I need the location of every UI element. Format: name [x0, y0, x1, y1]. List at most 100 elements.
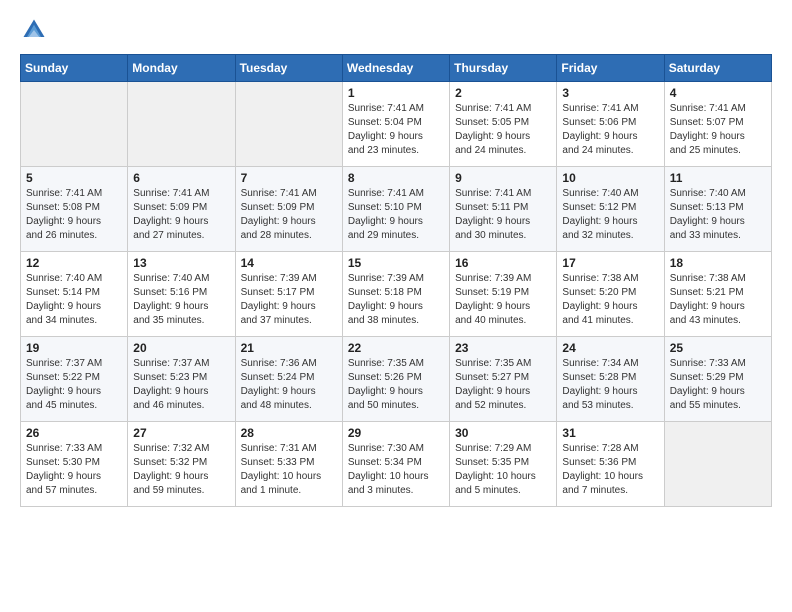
day-info: Sunrise: 7:40 AM Sunset: 5:16 PM Dayligh…: [133, 272, 229, 328]
day-info: Sunrise: 7:40 AM Sunset: 5:13 PM Dayligh…: [670, 187, 766, 243]
calendar-week-3: 12Sunrise: 7:40 AM Sunset: 5:14 PM Dayli…: [21, 252, 772, 337]
day-info: Sunrise: 7:41 AM Sunset: 5:06 PM Dayligh…: [562, 102, 658, 158]
weekday-header-tuesday: Tuesday: [235, 55, 342, 82]
weekday-header-friday: Friday: [557, 55, 664, 82]
calendar-cell: 1Sunrise: 7:41 AM Sunset: 5:04 PM Daylig…: [342, 82, 449, 167]
day-info: Sunrise: 7:37 AM Sunset: 5:23 PM Dayligh…: [133, 357, 229, 413]
day-number: 9: [455, 171, 551, 185]
weekday-header-monday: Monday: [128, 55, 235, 82]
day-number: 14: [241, 256, 337, 270]
calendar-cell: 21 Sunrise: 7:36 AM Sunset: 5:24 PM Dayli…: [235, 337, 342, 422]
weekday-header-sunday: Sunday: [21, 55, 128, 82]
day-info: Sunrise: 7:38 AM Sunset: 5:21 PM Dayligh…: [670, 272, 766, 328]
calendar-cell: 4 Sunrise: 7:41 AM Sunset: 5:07 PM Daylig…: [664, 82, 771, 167]
day-info: Sunrise: 7:37 AM Sunset: 5:22 PM Dayligh…: [26, 357, 122, 413]
calendar-cell: 30 Sunrise: 7:29 AM Sunset: 5:35 PM Dayli…: [450, 422, 557, 507]
day-info: Sunrise: 7:41 AM Sunset: 5:05 PM Dayligh…: [455, 102, 551, 158]
calendar-cell: 17 Sunrise: 7:38 AM Sunset: 5:20 PM Dayli…: [557, 252, 664, 337]
calendar-cell: 3Sunrise: 7:41 AM Sunset: 5:06 PM Daylig…: [557, 82, 664, 167]
calendar-cell: 14 Sunrise: 7:39 AM Sunset: 5:17 PM Dayli…: [235, 252, 342, 337]
calendar-cell: 20 Sunrise: 7:37 AM Sunset: 5:23 PM Dayli…: [128, 337, 235, 422]
day-number: 28: [241, 426, 337, 440]
day-info: Sunrise: 7:33 AM Sunset: 5:30 PM Dayligh…: [26, 442, 122, 498]
day-info: Sunrise: 7:39 AM Sunset: 5:18 PM Dayligh…: [348, 272, 444, 328]
day-info: Sunrise: 7:33 AM Sunset: 5:29 PM Dayligh…: [670, 357, 766, 413]
day-info: Sunrise: 7:40 AM Sunset: 5:12 PM Dayligh…: [562, 187, 658, 243]
day-number: 21: [241, 341, 337, 355]
day-info: Sunrise: 7:35 AM Sunset: 5:27 PM Dayligh…: [455, 357, 551, 413]
day-info: Sunrise: 7:30 AM Sunset: 5:34 PM Dayligh…: [348, 442, 444, 498]
day-info: Sunrise: 7:41 AM Sunset: 5:11 PM Dayligh…: [455, 187, 551, 243]
day-info: Sunrise: 7:36 AM Sunset: 5:24 PM Dayligh…: [241, 357, 337, 413]
weekday-header-saturday: Saturday: [664, 55, 771, 82]
calendar-cell: 8 Sunrise: 7:41 AM Sunset: 5:10 PM Daylig…: [342, 167, 449, 252]
weekday-header-thursday: Thursday: [450, 55, 557, 82]
calendar-week-4: 19 Sunrise: 7:37 AM Sunset: 5:22 PM Dayli…: [21, 337, 772, 422]
logo-icon: [20, 16, 48, 44]
calendar-cell: 24 Sunrise: 7:34 AM Sunset: 5:28 PM Dayli…: [557, 337, 664, 422]
day-number: 22: [348, 341, 444, 355]
day-info: Sunrise: 7:29 AM Sunset: 5:35 PM Dayligh…: [455, 442, 551, 498]
day-info: Sunrise: 7:41 AM Sunset: 5:07 PM Dayligh…: [670, 102, 766, 158]
calendar-cell: [235, 82, 342, 167]
calendar-cell: 5 Sunrise: 7:41 AM Sunset: 5:08 PM Daylig…: [21, 167, 128, 252]
calendar-cell: 29 Sunrise: 7:30 AM Sunset: 5:34 PM Dayli…: [342, 422, 449, 507]
calendar-cell: 2 Sunrise: 7:41 AM Sunset: 5:05 PM Daylig…: [450, 82, 557, 167]
calendar-cell: 16 Sunrise: 7:39 AM Sunset: 5:19 PM Dayli…: [450, 252, 557, 337]
day-number: 13: [133, 256, 229, 270]
day-info: Sunrise: 7:35 AM Sunset: 5:26 PM Dayligh…: [348, 357, 444, 413]
day-number: 19: [26, 341, 122, 355]
calendar-week-1: 1Sunrise: 7:41 AM Sunset: 5:04 PM Daylig…: [21, 82, 772, 167]
day-number: 24: [562, 341, 658, 355]
day-info: Sunrise: 7:32 AM Sunset: 5:32 PM Dayligh…: [133, 442, 229, 498]
calendar-cell: 28 Sunrise: 7:31 AM Sunset: 5:33 PM Dayli…: [235, 422, 342, 507]
calendar-cell: 22 Sunrise: 7:35 AM Sunset: 5:26 PM Dayli…: [342, 337, 449, 422]
calendar-cell: [128, 82, 235, 167]
calendar-table: SundayMondayTuesdayWednesdayThursdayFrid…: [20, 54, 772, 507]
day-number: 27: [133, 426, 229, 440]
day-number: 8: [348, 171, 444, 185]
day-info: Sunrise: 7:41 AM Sunset: 5:04 PM Dayligh…: [348, 102, 444, 158]
day-number: 2: [455, 86, 551, 100]
day-number: 29: [348, 426, 444, 440]
day-info: Sunrise: 7:39 AM Sunset: 5:19 PM Dayligh…: [455, 272, 551, 328]
day-info: Sunrise: 7:41 AM Sunset: 5:08 PM Dayligh…: [26, 187, 122, 243]
day-number: 30: [455, 426, 551, 440]
calendar-cell: 27 Sunrise: 7:32 AM Sunset: 5:32 PM Dayli…: [128, 422, 235, 507]
day-info: Sunrise: 7:28 AM Sunset: 5:36 PM Dayligh…: [562, 442, 658, 498]
calendar-cell: [21, 82, 128, 167]
calendar-cell: 18Sunrise: 7:38 AM Sunset: 5:21 PM Dayli…: [664, 252, 771, 337]
day-number: 6: [133, 171, 229, 185]
calendar-cell: 10Sunrise: 7:40 AM Sunset: 5:12 PM Dayli…: [557, 167, 664, 252]
calendar-header: SundayMondayTuesdayWednesdayThursdayFrid…: [21, 55, 772, 82]
calendar-cell: 7Sunrise: 7:41 AM Sunset: 5:09 PM Daylig…: [235, 167, 342, 252]
calendar-week-5: 26 Sunrise: 7:33 AM Sunset: 5:30 PM Dayli…: [21, 422, 772, 507]
day-info: Sunrise: 7:41 AM Sunset: 5:09 PM Dayligh…: [133, 187, 229, 243]
day-number: 17: [562, 256, 658, 270]
day-number: 5: [26, 171, 122, 185]
day-number: 16: [455, 256, 551, 270]
day-info: Sunrise: 7:41 AM Sunset: 5:10 PM Dayligh…: [348, 187, 444, 243]
calendar-cell: 19 Sunrise: 7:37 AM Sunset: 5:22 PM Dayli…: [21, 337, 128, 422]
day-info: Sunrise: 7:31 AM Sunset: 5:33 PM Dayligh…: [241, 442, 337, 498]
calendar-cell: 15Sunrise: 7:39 AM Sunset: 5:18 PM Dayli…: [342, 252, 449, 337]
calendar-cell: 11 Sunrise: 7:40 AM Sunset: 5:13 PM Dayli…: [664, 167, 771, 252]
day-info: Sunrise: 7:34 AM Sunset: 5:28 PM Dayligh…: [562, 357, 658, 413]
calendar-cell: [664, 422, 771, 507]
calendar-cell: 25 Sunrise: 7:33 AM Sunset: 5:29 PM Dayli…: [664, 337, 771, 422]
day-number: 31: [562, 426, 658, 440]
day-number: 25: [670, 341, 766, 355]
calendar-cell: 26 Sunrise: 7:33 AM Sunset: 5:30 PM Dayli…: [21, 422, 128, 507]
logo: [20, 16, 52, 44]
day-number: 4: [670, 86, 766, 100]
day-info: Sunrise: 7:38 AM Sunset: 5:20 PM Dayligh…: [562, 272, 658, 328]
calendar-cell: 6 Sunrise: 7:41 AM Sunset: 5:09 PM Daylig…: [128, 167, 235, 252]
day-number: 11: [670, 171, 766, 185]
calendar-cell: 23Sunrise: 7:35 AM Sunset: 5:27 PM Dayli…: [450, 337, 557, 422]
day-number: 26: [26, 426, 122, 440]
calendar-cell: 31 Sunrise: 7:28 AM Sunset: 5:36 PM Dayli…: [557, 422, 664, 507]
day-number: 20: [133, 341, 229, 355]
day-info: Sunrise: 7:39 AM Sunset: 5:17 PM Dayligh…: [241, 272, 337, 328]
calendar-week-2: 5 Sunrise: 7:41 AM Sunset: 5:08 PM Daylig…: [21, 167, 772, 252]
weekday-header-wednesday: Wednesday: [342, 55, 449, 82]
